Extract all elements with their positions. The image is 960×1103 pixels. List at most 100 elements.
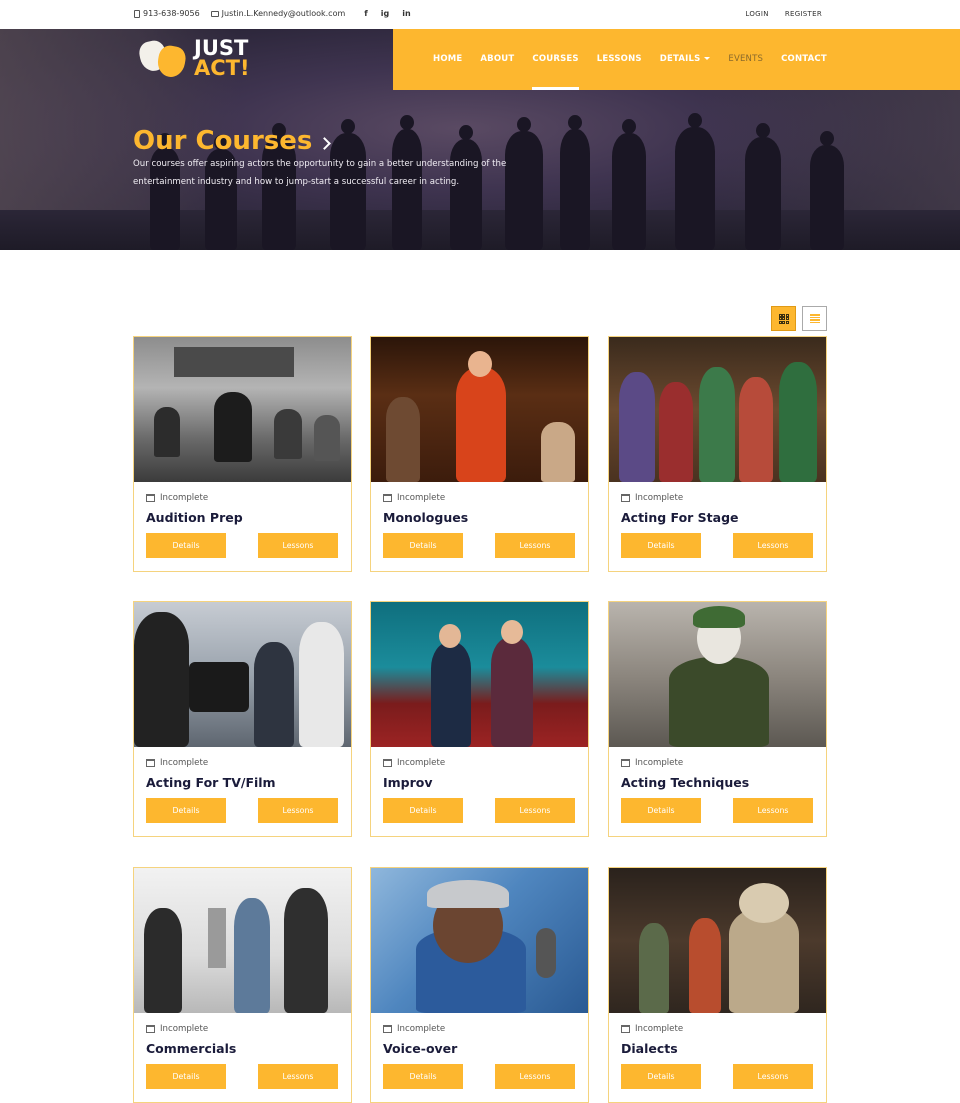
course-status-text: Incomplete: [160, 493, 209, 503]
phone-item[interactable]: 913-638-9056: [134, 9, 200, 18]
course-image: [609, 868, 826, 1013]
page-title-text: Our Courses: [133, 126, 313, 156]
course-status-text: Incomplete: [160, 1024, 209, 1034]
course-image: [371, 337, 588, 482]
lessons-button[interactable]: Lessons: [258, 533, 338, 558]
details-button[interactable]: Details: [146, 533, 226, 558]
course-image: [134, 337, 351, 482]
course-image: [609, 337, 826, 482]
calendar-icon: [383, 759, 392, 767]
course-image: [134, 602, 351, 747]
course-title[interactable]: Monologues: [383, 510, 468, 525]
lessons-button[interactable]: Lessons: [495, 533, 575, 558]
login-link[interactable]: LOGIN: [745, 10, 768, 18]
chevron-down-icon: [704, 57, 711, 60]
course-card: Incomplete Dialects Details Lessons: [608, 867, 827, 1103]
nav-lessons[interactable]: LESSONS: [597, 54, 642, 64]
facebook-icon[interactable]: f: [364, 9, 367, 18]
lessons-button[interactable]: Lessons: [258, 1064, 338, 1089]
course-card: Incomplete Acting For Stage Details Less…: [608, 336, 827, 572]
site-logo[interactable]: JUST ACT!: [137, 36, 250, 80]
hero-silhouette: [810, 131, 844, 250]
hero-silhouette: [675, 113, 715, 250]
course-title[interactable]: Voice-over: [383, 1041, 457, 1056]
grid-view-button[interactable]: [771, 306, 796, 331]
lessons-button[interactable]: Lessons: [495, 798, 575, 823]
course-status-text: Incomplete: [635, 758, 684, 768]
calendar-icon: [146, 1025, 155, 1033]
contact-info: 913-638-9056 Justin.L.Kennedy@outlook.co…: [134, 9, 424, 18]
logo-line-2: ACT!: [194, 56, 250, 80]
chevron-right-icon: [318, 136, 332, 150]
register-link[interactable]: REGISTER: [785, 10, 822, 18]
nav-contact[interactable]: CONTACT: [781, 54, 827, 64]
linkedin-icon[interactable]: in: [402, 9, 410, 18]
calendar-icon: [621, 759, 630, 767]
page-description: Our courses offer aspiring actors the op…: [133, 159, 507, 187]
course-status: Incomplete: [621, 493, 683, 503]
nav-details-label: DETAILS: [659, 54, 701, 64]
course-card: Incomplete Voice-over Details Lessons: [370, 867, 589, 1103]
course-image: [134, 868, 351, 1013]
calendar-icon: [146, 759, 155, 767]
course-status: Incomplete: [383, 758, 445, 768]
details-button[interactable]: Details: [146, 1064, 226, 1089]
course-status-text: Incomplete: [160, 758, 209, 768]
course-card: Incomplete Acting For TV/Film Details Le…: [133, 601, 352, 837]
list-view-button[interactable]: [802, 306, 827, 331]
course-title[interactable]: Acting For TV/Film: [146, 775, 276, 790]
course-image: [609, 602, 826, 747]
instagram-icon[interactable]: ig: [381, 9, 389, 18]
details-button[interactable]: Details: [383, 533, 463, 558]
course-status: Incomplete: [146, 1024, 208, 1034]
course-card: Incomplete Improv Details Lessons: [370, 601, 589, 837]
course-title[interactable]: Improv: [383, 775, 433, 790]
page-title: Our Courses: [133, 126, 332, 156]
course-title[interactable]: Dialects: [621, 1041, 678, 1056]
calendar-icon: [383, 1025, 392, 1033]
course-status: Incomplete: [621, 758, 683, 768]
mail-icon: [210, 10, 219, 17]
details-button[interactable]: Details: [146, 798, 226, 823]
lessons-button[interactable]: Lessons: [495, 1064, 575, 1089]
email-item[interactable]: Justin.L.Kennedy@outlook.com: [210, 9, 345, 18]
calendar-icon: [146, 494, 155, 502]
details-button[interactable]: Details: [621, 533, 701, 558]
details-button[interactable]: Details: [621, 1064, 701, 1089]
details-button[interactable]: Details: [383, 1064, 463, 1089]
details-button[interactable]: Details: [621, 798, 701, 823]
nav-details[interactable]: DETAILS: [660, 54, 711, 64]
details-button[interactable]: Details: [383, 798, 463, 823]
top-bar: 913-638-9056 Justin.L.Kennedy@outlook.co…: [0, 0, 960, 29]
list-icon: [809, 314, 820, 323]
course-title[interactable]: Acting Techniques: [621, 775, 749, 790]
nav-about[interactable]: ABOUT: [480, 54, 514, 64]
lessons-button[interactable]: Lessons: [258, 798, 338, 823]
course-status: Incomplete: [621, 1024, 683, 1034]
course-title[interactable]: Audition Prep: [146, 510, 243, 525]
lessons-button[interactable]: Lessons: [733, 1064, 813, 1089]
theater-masks-icon: [137, 38, 188, 80]
course-status: Incomplete: [146, 758, 208, 768]
calendar-icon: [621, 494, 630, 502]
course-status-text: Incomplete: [397, 1024, 446, 1034]
nav-courses[interactable]: COURSES: [532, 54, 580, 90]
course-title[interactable]: Acting For Stage: [621, 510, 739, 525]
phone-icon: [134, 9, 140, 18]
hero-silhouette: [745, 123, 781, 250]
calendar-icon: [383, 494, 392, 502]
course-card: Incomplete Acting Techniques Details Les…: [608, 601, 827, 837]
logo-line-1: JUST: [194, 36, 249, 60]
course-image: [371, 868, 588, 1013]
course-status-text: Incomplete: [635, 1024, 684, 1034]
course-title[interactable]: Commercials: [146, 1041, 236, 1056]
nav-events[interactable]: EVENTS: [728, 54, 763, 64]
course-status: Incomplete: [146, 493, 208, 503]
hero-silhouette: [612, 119, 646, 250]
lessons-button[interactable]: Lessons: [733, 798, 813, 823]
hero-silhouette: [560, 115, 590, 250]
course-card: Incomplete Monologues Details Lessons: [370, 336, 589, 572]
lessons-button[interactable]: Lessons: [733, 533, 813, 558]
nav-home[interactable]: HOME: [433, 54, 462, 64]
calendar-icon: [621, 1025, 630, 1033]
